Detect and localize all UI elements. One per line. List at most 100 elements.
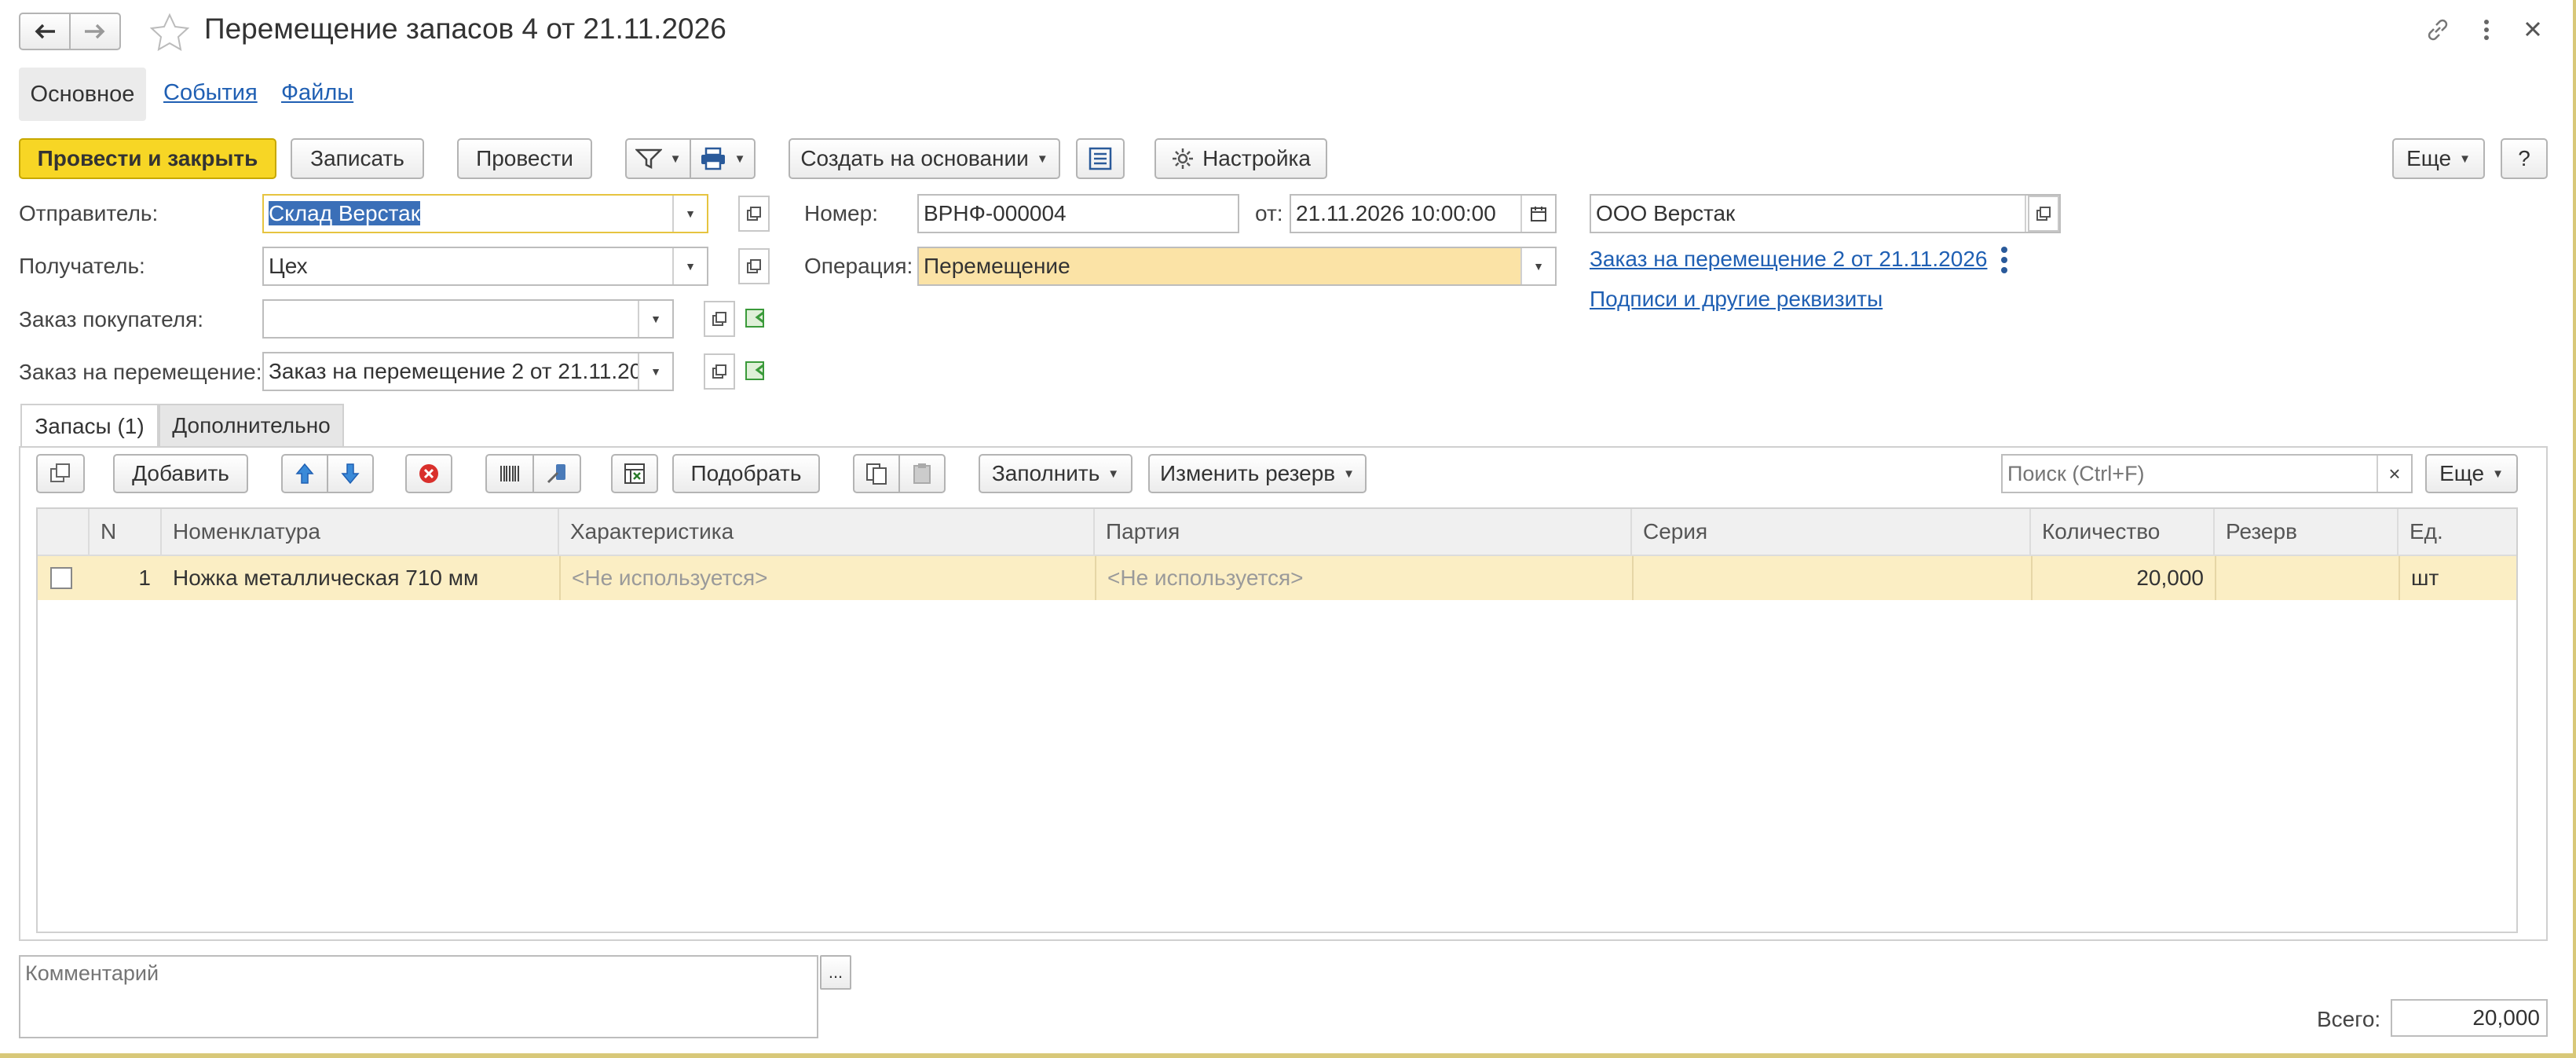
add-row-button[interactable]: Добавить	[113, 454, 248, 493]
settings-button[interactable]: Настройка	[1154, 138, 1327, 179]
post-and-close-button[interactable]: Провести и закрыть	[19, 138, 276, 179]
link-icon[interactable]	[2424, 16, 2452, 49]
row-unit[interactable]: шт	[2399, 556, 2516, 600]
change-reserve-button[interactable]: Изменить резерв ▼	[1148, 454, 1367, 493]
calendar-button[interactable]	[1520, 196, 1555, 232]
column-header-reserve[interactable]: Резерв	[2215, 509, 2399, 555]
operation-dropdown[interactable]: ▼	[1520, 248, 1555, 284]
receiver-field[interactable]: Цех ▼	[262, 247, 708, 286]
transfer-order-link[interactable]: Заказ на перемещение 2 от 21.11.2026	[1590, 247, 1987, 272]
column-header-quantity[interactable]: Количество	[2031, 509, 2215, 555]
row-checkbox[interactable]	[50, 567, 72, 589]
tab-additional[interactable]: Дополнительно	[159, 404, 344, 448]
excel-button[interactable]	[611, 454, 658, 493]
fill-button[interactable]: Заполнить ▼	[979, 454, 1132, 493]
document-structure-icon	[1089, 147, 1112, 170]
sender-open-button[interactable]	[738, 196, 770, 232]
tab-stock[interactable]: Запасы (1)	[20, 404, 159, 448]
row-batch[interactable]: <Не используется>	[1095, 556, 1632, 600]
table-search-field[interactable]: ×	[2001, 454, 2413, 493]
receiver-dropdown[interactable]: ▼	[672, 248, 707, 284]
open-icon	[2036, 207, 2051, 221]
column-header-check	[38, 509, 90, 555]
pick-button[interactable]: Подобрать	[672, 454, 820, 493]
transfer-order-field[interactable]: Заказ на перемещение 2 от 21.11.2026 ▼	[262, 352, 674, 391]
row-item[interactable]: Ножка металлическая 710 мм	[162, 556, 559, 600]
column-header-characteristic[interactable]: Характеристика	[559, 509, 1095, 555]
customer-order-dropdown[interactable]: ▼	[638, 301, 672, 337]
customer-order-label: Заказ покупателя:	[19, 307, 204, 331]
sender-dropdown[interactable]: ▼	[672, 196, 707, 232]
customer-order-open-button[interactable]	[704, 301, 735, 337]
customer-order-create-icon[interactable]	[743, 305, 770, 337]
operation-label: Операция:	[804, 254, 913, 278]
search-clear-button[interactable]: ×	[2377, 456, 2411, 492]
forward-button[interactable]	[69, 13, 121, 50]
post-button[interactable]: Провести	[457, 138, 592, 179]
copy-icon	[50, 463, 70, 482]
open-icon	[747, 259, 761, 273]
tab-main[interactable]: Основное	[19, 68, 146, 121]
create-based-on-button[interactable]: Создать на основании ▼	[789, 138, 1060, 179]
more-vertical-icon[interactable]	[1998, 245, 2011, 280]
row-quantity[interactable]: 20,000	[2031, 556, 2215, 600]
comment-expand-button[interactable]: ...	[820, 955, 851, 990]
window-title: Перемещение запасов 4 от 21.11.2026	[204, 13, 726, 45]
row-characteristic[interactable]: <Не используется>	[559, 556, 1095, 600]
calendar-icon	[1531, 207, 1546, 221]
arrow-left-icon	[35, 24, 55, 39]
more-button[interactable]: Еще ▼	[2392, 138, 2485, 179]
scanner-button[interactable]	[532, 454, 581, 493]
number-value: ВРНФ-000004	[924, 201, 1067, 225]
number-field[interactable]: ВРНФ-000004	[917, 194, 1239, 233]
column-header-batch[interactable]: Партия	[1095, 509, 1632, 555]
organization-field[interactable]: ООО Верстак ▼	[1590, 194, 2061, 233]
transfer-order-create-icon[interactable]	[743, 357, 770, 390]
move-up-button[interactable]	[281, 454, 328, 493]
gear-icon	[1173, 148, 1194, 169]
comment-field[interactable]	[19, 955, 818, 1038]
receiver-label: Получатель:	[19, 254, 145, 278]
back-button[interactable]	[19, 13, 71, 50]
operation-field[interactable]: Перемещение ▼	[917, 247, 1557, 286]
column-header-unit[interactable]: Ед.	[2399, 509, 2516, 555]
print-button[interactable]: ▼	[690, 138, 756, 179]
more-label: Еще	[2406, 146, 2452, 170]
row-reserve[interactable]	[2215, 556, 2399, 600]
more-menu-icon[interactable]	[2480, 17, 2493, 48]
signatures-link[interactable]: Подписи и другие реквизиты	[1590, 287, 1883, 312]
transfer-order-label: Заказ на перемещение:	[19, 360, 262, 384]
transfer-order-open-button[interactable]	[704, 353, 735, 390]
copy-rows-button[interactable]	[36, 454, 85, 493]
favorite-star-icon[interactable]	[149, 13, 190, 57]
filter-button[interactable]: ▼	[625, 138, 691, 179]
column-header-item[interactable]: Номенклатура	[162, 509, 559, 555]
organization-open-button[interactable]	[2028, 196, 2059, 232]
move-down-button[interactable]	[327, 454, 374, 493]
save-button[interactable]: Записать	[291, 138, 424, 179]
scanner-icon	[547, 464, 565, 484]
transfer-order-dropdown[interactable]: ▼	[638, 353, 672, 390]
date-field[interactable]: 21.11.2026 10:00:00	[1290, 194, 1557, 233]
tab-events[interactable]: События	[163, 80, 258, 106]
column-header-n[interactable]: N	[90, 509, 162, 555]
help-button[interactable]: ?	[2501, 138, 2548, 179]
organization-value: ООО Верстак	[1596, 201, 1736, 225]
fill-label: Заполнить	[991, 461, 1100, 485]
search-input[interactable]	[2003, 460, 2377, 487]
open-icon	[712, 364, 726, 379]
paste-lines-button[interactable]	[898, 454, 946, 493]
barcode-button[interactable]	[485, 454, 534, 493]
receiver-open-button[interactable]	[738, 248, 770, 284]
delete-row-button[interactable]	[405, 454, 452, 493]
tab-stock-label: Запасы (1)	[35, 414, 145, 438]
structure-button[interactable]	[1076, 138, 1125, 179]
copy-lines-button[interactable]	[853, 454, 900, 493]
table-more-button[interactable]: Еще ▼	[2425, 454, 2518, 493]
close-icon[interactable]	[2523, 19, 2543, 45]
column-header-series[interactable]: Серия	[1632, 509, 2031, 555]
tab-files[interactable]: Файлы	[281, 80, 353, 106]
sender-field[interactable]: Склад Верстак ▼	[262, 194, 708, 233]
row-series[interactable]	[1632, 556, 2031, 600]
customer-order-field[interactable]: ▼	[262, 299, 674, 339]
